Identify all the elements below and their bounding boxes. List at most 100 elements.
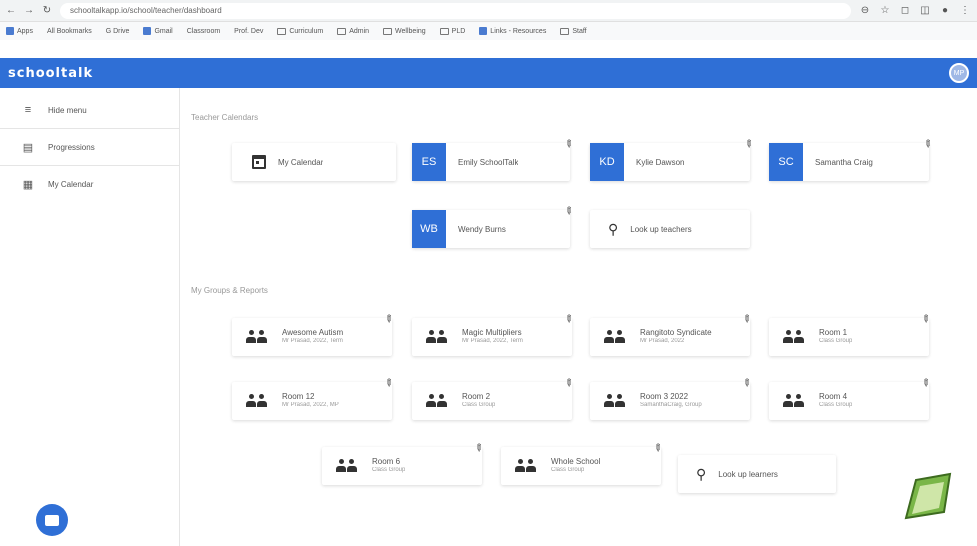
pin-icon[interactable]: ✎ [561,138,575,152]
pin-icon[interactable]: ✎ [739,377,753,391]
sidebar-item-progressions[interactable]: ▤ Progressions [0,133,179,161]
group-icon [246,330,268,344]
group-card[interactable]: Room 6 Class Group ✎ [322,442,485,485]
group-subtitle: Mr Prasad, 2022 [640,338,685,344]
avatar[interactable]: MP [949,63,969,83]
star-icon[interactable]: ☆ [879,5,891,16]
calendar-icon: ▦ [22,178,34,191]
chat-icon [45,514,59,526]
teacher-name: Samantha Craig [815,157,873,167]
bookmark-icon [143,27,152,35]
group-card[interactable]: Room 1 Class Group ✎ [769,313,932,356]
teacher-card[interactable]: SC Samantha Craig ✎ [769,138,934,181]
teacher-card[interactable]: ES Emily SchoolTalk ✎ [412,138,575,181]
teacher-card[interactable]: KD Kylie Dawson ✎ [590,138,755,181]
bookmarks-bar: Apps All Bookmarks G Drive Gmail Classro… [0,22,977,40]
bookmark-item[interactable]: Apps [6,27,33,35]
look-up-learners-card[interactable]: ⚲ Look up learners [678,455,836,493]
back-icon[interactable]: ← [6,5,16,16]
group-icon [426,330,448,344]
sidebar-item-hide-menu[interactable]: ≡ Hide menu [0,96,179,124]
pin-icon[interactable]: ✎ [650,442,664,456]
bookmark-item[interactable]: PLD [439,27,465,35]
bookmark-item[interactable]: Admin [337,27,369,35]
app-logo[interactable]: schooltalk [8,66,93,81]
bookmark-item[interactable]: Classroom [187,28,220,35]
group-name: Room 4 [819,392,848,401]
group-card[interactable]: Whole School Class Group ✎ [501,442,664,485]
bookmark-icon [479,27,488,35]
folder-icon [439,27,449,35]
bookmark-item[interactable]: All Bookmarks [47,28,92,35]
group-name: Awesome Autism [282,328,344,337]
group-card[interactable]: Room 12 Mr Prasad, 2022, MP ✎ [232,377,395,420]
pin-icon[interactable]: ✎ [741,138,755,152]
chat-button[interactable] [36,504,68,536]
list-icon: ▤ [22,141,34,154]
group-card[interactable]: Magic Multipliers Mr Prasad, 2022, Term ✎ [412,313,575,356]
group-icon [604,394,626,408]
folder-icon [277,27,287,35]
teacher-initials: KD [590,143,624,181]
pin-icon[interactable]: ✎ [918,377,932,391]
teacher-initials: WB [412,210,446,248]
pin-icon[interactable]: ✎ [920,138,934,152]
look-up-teachers-card[interactable]: ⚲ Look up teachers [590,210,750,248]
pin-icon[interactable]: ✎ [381,313,395,327]
sidebar-item-my-calendar[interactable]: ▦ My Calendar [0,170,179,198]
sidebar: ≡ Hide menu ▤ Progressions ▦ My Calendar [0,88,180,546]
group-card[interactable]: Rangitoto Syndicate Mr Prasad, 2022 ✎ [590,313,753,356]
my-calendar-card[interactable]: My Calendar [232,143,396,181]
group-name: Whole School [551,457,601,466]
group-name: Magic Multipliers [462,328,522,337]
group-subtitle: SamanthaCraig, Group [640,402,702,408]
card-label: Look up teachers [630,224,692,234]
pin-icon[interactable]: ✎ [918,313,932,327]
group-card[interactable]: Room 2 Class Group ✎ [412,377,575,420]
pin-icon[interactable]: ✎ [381,377,395,391]
bookmark-item[interactable]: Prof. Dev [234,28,263,35]
bookmark-item[interactable]: Staff [560,27,587,35]
group-icon [783,394,805,408]
bookmark-item[interactable]: Links - Resources [479,27,546,35]
bookmark-item[interactable]: G Drive [106,28,130,35]
section-title-teacher-calendars: Teacher Calendars [191,113,259,122]
pin-icon[interactable]: ✎ [739,313,753,327]
zoom-icon[interactable]: ⊖ [859,5,871,16]
group-card[interactable]: Room 3 2022 SamanthaCraig, Group ✎ [590,377,753,420]
menu-dots-icon[interactable]: ⋮ [959,5,971,16]
address-bar[interactable]: schooltalkapp.io/school/teacher/dashboar… [60,2,851,19]
group-subtitle: Class Group [462,402,496,408]
group-subtitle: Mr Prasad, 2022, MP [282,402,339,408]
pin-icon[interactable]: ✎ [471,442,485,456]
teacher-name: Wendy Burns [458,224,506,234]
group-card[interactable]: Awesome Autism Mr Prasad, 2022, Term ✎ [232,313,395,356]
pin-icon[interactable]: ✎ [561,313,575,327]
group-subtitle: Mr Prasad, 2022, Term [282,338,343,344]
bookmark-item[interactable]: Curriculum [277,27,323,35]
section-title-groups: My Groups & Reports [191,286,268,295]
bookmark-item[interactable]: Gmail [143,27,173,35]
teacher-initials: SC [769,143,803,181]
forward-icon[interactable]: → [24,5,34,16]
teacher-name: Kylie Dawson [636,157,685,167]
sidepanel-icon[interactable]: ◫ [919,5,931,16]
browser-toolbar: ← → ↻ schooltalkapp.io/school/teacher/da… [0,0,977,22]
group-subtitle: Class Group [551,467,585,473]
group-subtitle: Class Group [819,402,853,408]
pin-icon[interactable]: ✎ [561,377,575,391]
logo-stamp [904,472,952,520]
search-icon: ⚲ [608,220,619,237]
group-icon [426,394,448,408]
teacher-card[interactable]: WB Wendy Burns ✎ [412,205,575,248]
reload-icon[interactable]: ↻ [42,5,52,16]
pin-icon[interactable]: ✎ [561,205,575,219]
profile-icon[interactable]: ● [939,5,951,16]
bookmark-item[interactable]: Wellbeing [383,27,426,35]
extensions-icon[interactable]: ◻ [899,5,911,16]
sidebar-item-label: Progressions [48,142,95,152]
group-icon [246,394,268,408]
group-card[interactable]: Room 4 Class Group ✎ [769,377,932,420]
app-header: schooltalk MP [0,58,977,88]
